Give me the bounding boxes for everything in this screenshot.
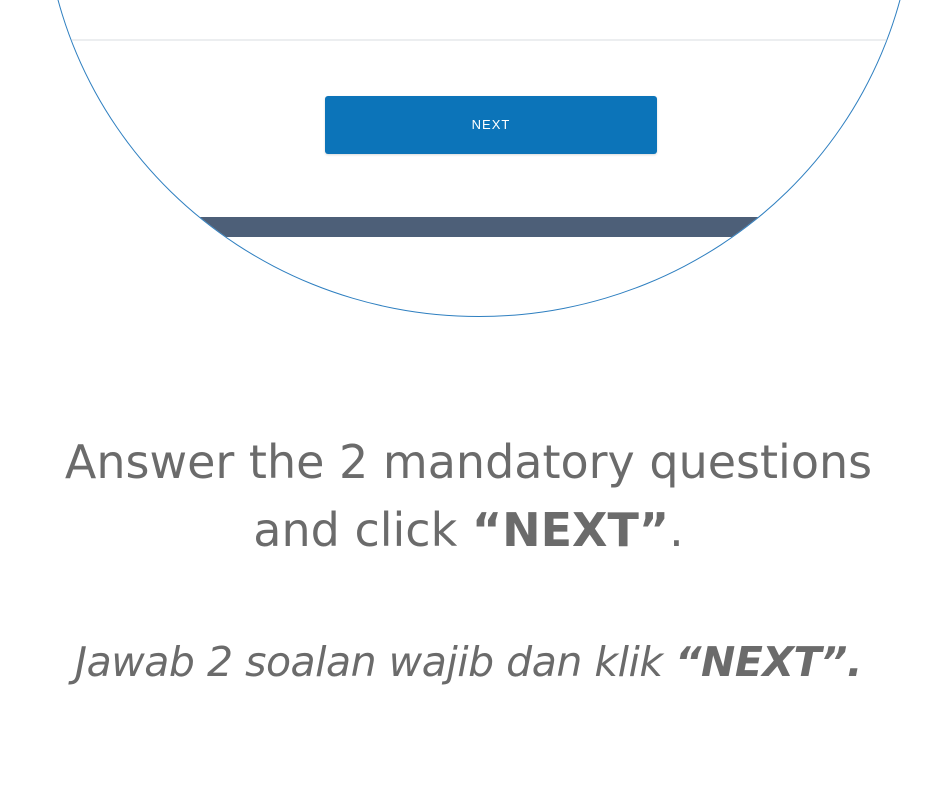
instruction-english: Answer the 2 mandatory questions and cli… <box>0 428 937 564</box>
section-divider <box>44 39 914 41</box>
instruction-english-line2-suffix: . <box>669 503 684 557</box>
instruction-english-line2: and click “NEXT”. <box>0 496 937 564</box>
instruction-english-next-emphasis: “NEXT” <box>471 503 670 557</box>
next-button[interactable]: NEXT <box>325 96 657 154</box>
instruction-malay-prefix: Jawab 2 soalan wajib dan klik <box>75 638 676 686</box>
zoom-callout-content: NEXT <box>44 1 914 316</box>
instruction-english-line2-prefix: and click <box>253 503 472 557</box>
instruction-malay-next-emphasis: “NEXT”. <box>675 638 862 686</box>
instruction-english-line1: Answer the 2 mandatory questions <box>64 435 873 489</box>
footer-bar <box>44 217 914 237</box>
instruction-malay: Jawab 2 soalan wajib dan klik “NEXT”. <box>0 632 937 692</box>
zoom-callout-circle: NEXT <box>43 0 915 317</box>
